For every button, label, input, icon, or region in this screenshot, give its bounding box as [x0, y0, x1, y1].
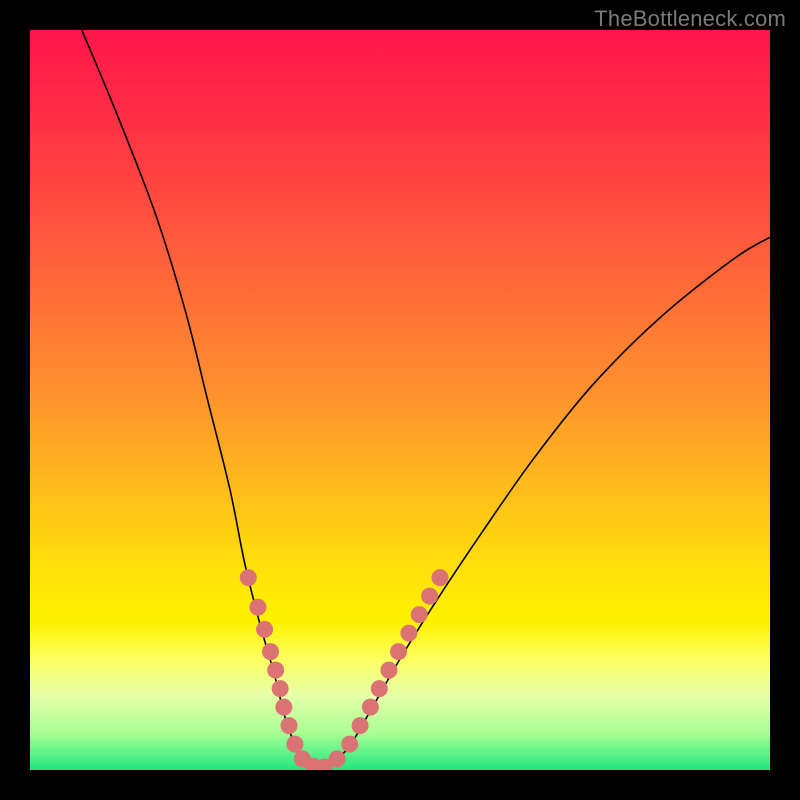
highlight-dot: [267, 662, 284, 679]
watermark-text: TheBottleneck.com: [594, 6, 786, 32]
marker-group: [240, 569, 449, 770]
outer-frame: TheBottleneck.com: [0, 0, 800, 800]
highlight-dot: [286, 736, 303, 753]
highlight-dot: [249, 599, 266, 616]
chart-overlay: [30, 30, 770, 770]
highlight-dot: [275, 699, 292, 716]
highlight-dot: [362, 699, 379, 716]
highlight-dot: [371, 680, 388, 697]
bottleneck-curve: [82, 30, 770, 769]
highlight-dot: [400, 625, 417, 642]
highlight-dot: [240, 569, 257, 586]
highlight-dot: [411, 606, 428, 623]
highlight-dot: [341, 736, 358, 753]
highlight-dot: [281, 717, 298, 734]
highlight-dot: [256, 621, 273, 638]
highlight-dot: [272, 680, 289, 697]
highlight-dot: [262, 643, 279, 660]
highlight-dot: [390, 643, 407, 660]
highlight-dot: [380, 662, 397, 679]
plot-area: [30, 30, 770, 770]
highlight-dot: [421, 588, 438, 605]
highlight-dot: [352, 717, 369, 734]
highlight-dot: [431, 569, 448, 586]
highlight-dot: [329, 750, 346, 767]
